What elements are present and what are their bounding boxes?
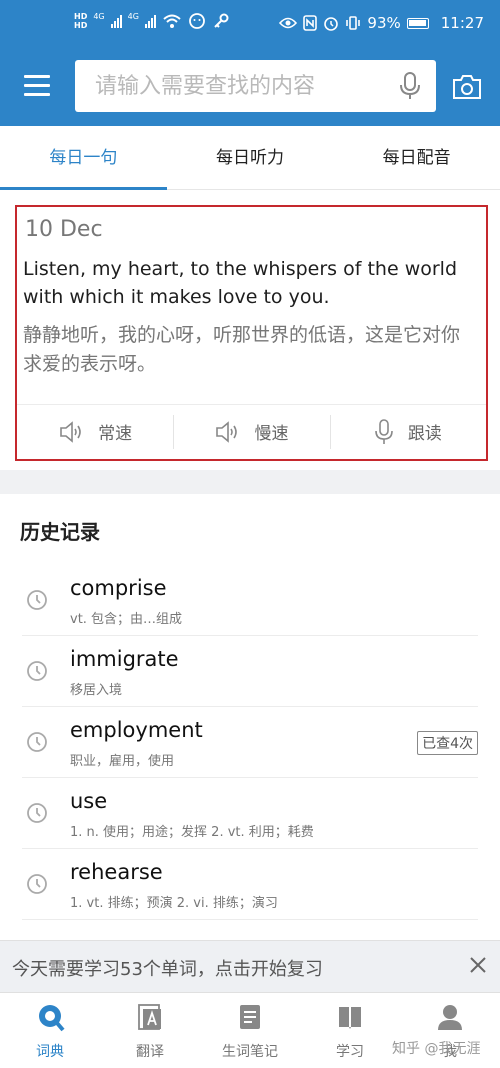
eye-icon	[279, 17, 298, 29]
nav-translate[interactable]: 翻译	[100, 993, 200, 1068]
tab-daily-sentence[interactable]: 每日一句	[0, 126, 167, 190]
review-reminder-bar[interactable]: 今天需要学习53个单词，点击开始复习	[0, 940, 500, 992]
reminder-text: 今天需要学习53个单词，点击开始复习	[12, 959, 323, 980]
slow-speed-label: 慢速	[254, 424, 289, 444]
search-box[interactable]	[75, 60, 436, 112]
history-word: rehearse	[70, 860, 163, 884]
hd-indicator: HD HD	[74, 12, 87, 30]
clock-icon	[27, 590, 47, 610]
nav-label: 翻译	[136, 1044, 164, 1060]
battery-percent: 93%	[367, 14, 401, 32]
clock-icon	[27, 874, 47, 894]
mic-icon[interactable]	[400, 72, 420, 100]
hd-label-top: HD	[74, 12, 88, 21]
daily-sentence-panel: 10 Dec Listen, my heart, to the whispers…	[0, 190, 500, 470]
sentence-english: Listen, my heart, to the whispers of the…	[23, 258, 458, 308]
history-definition: 1. vt. 排练；预演 2. vi. 排练；演习	[70, 896, 278, 911]
history-word: employment	[70, 718, 203, 742]
daily-sentence-card[interactable]: 10 Dec Listen, my heart, to the whispers…	[15, 205, 488, 461]
nav-dictionary[interactable]: 词典	[0, 993, 100, 1068]
app-header	[0, 48, 500, 126]
history-definition: 职业，雇用，使用	[70, 754, 175, 769]
nfc-icon	[303, 15, 318, 31]
mic-icon	[375, 418, 393, 444]
history-word: use	[70, 789, 108, 813]
translate-icon	[138, 1004, 161, 1030]
nav-label: 学习	[336, 1044, 364, 1060]
history-title: 历史记录	[20, 520, 100, 544]
tab-daily-listening[interactable]: 每日听力	[167, 126, 334, 189]
status-right: 93% 11:27	[279, 14, 484, 32]
alarm-icon	[324, 17, 339, 31]
wifi-icon	[163, 14, 181, 28]
status-left: HD HD 4G 4G	[74, 12, 230, 30]
sentence-chinese: 静静地听，我的心呀，听那世界的低语，这是它对你求爱的表示呀。	[23, 324, 461, 375]
sentence-date: 10 Dec	[25, 217, 103, 242]
clock-time: 11:27	[440, 14, 484, 32]
history-definition: 1. n. 使用；用途；发挥 2. vt. 利用；耗费	[70, 825, 314, 840]
nav-study[interactable]: 学习	[300, 993, 400, 1068]
camera-icon[interactable]	[452, 74, 482, 100]
speaker-icon	[216, 420, 238, 443]
history-word: immigrate	[70, 647, 179, 671]
hd-label-bottom: HD	[74, 21, 88, 30]
daily-tabs: 每日一句 每日听力 每日配音	[0, 126, 500, 190]
signal-type-2: 4G	[127, 12, 139, 21]
notes-icon	[240, 1005, 260, 1029]
normal-speed-button[interactable]: 常速	[17, 405, 173, 458]
clock-icon	[27, 803, 47, 823]
search-icon	[39, 1005, 65, 1032]
slow-speed-button[interactable]: 慢速	[173, 405, 329, 458]
history-section: 历史记录 comprise vt. 包含；由…组成 immigrate 移居入境…	[0, 494, 500, 940]
history-item[interactable]: comprise vt. 包含；由…组成	[22, 565, 478, 636]
nav-label: 词典	[36, 1044, 64, 1060]
status-bar: HD HD 4G 4G 93% 11:27	[0, 0, 500, 48]
vibrate-icon	[346, 16, 361, 30]
sentence-actions: 常速 慢速 跟读	[17, 404, 486, 458]
book-icon	[339, 1007, 361, 1029]
tab-daily-dubbing[interactable]: 每日配音	[333, 126, 500, 189]
face-icon	[189, 13, 205, 29]
watermark-text: 知乎 @我无涯	[392, 1041, 481, 1057]
signal-icon	[144, 14, 156, 28]
lookup-count-badge: 已查4次	[417, 731, 478, 755]
speaker-icon	[60, 420, 81, 443]
nav-label: 生词笔记	[222, 1044, 278, 1060]
battery-icon	[406, 17, 429, 29]
menu-icon[interactable]	[24, 75, 50, 97]
close-icon[interactable]	[468, 955, 488, 975]
read-along-label: 跟读	[407, 424, 442, 444]
clock-icon	[27, 732, 47, 752]
key-icon	[214, 13, 229, 28]
history-word: comprise	[70, 576, 167, 600]
search-input[interactable]	[95, 70, 375, 102]
normal-speed-label: 常速	[98, 424, 133, 444]
history-item[interactable]: immigrate 移居入境	[22, 636, 478, 707]
history-item[interactable]: use 1. n. 使用；用途；发挥 2. vt. 利用；耗费	[22, 778, 478, 849]
user-icon	[438, 1005, 462, 1030]
history-definition: vt. 包含；由…组成	[70, 612, 183, 627]
signal-icon	[110, 14, 122, 28]
history-item[interactable]: employment 职业，雇用，使用 已查4次	[22, 707, 478, 778]
read-along-button[interactable]: 跟读	[329, 405, 486, 458]
signal-type-1: 4G	[93, 12, 105, 21]
nav-notes[interactable]: 生词笔记	[200, 993, 300, 1068]
history-definition: 移居入境	[70, 683, 123, 698]
clock-icon	[27, 661, 47, 681]
history-item[interactable]: rehearse 1. vt. 排练；预演 2. vi. 排练；演习	[22, 849, 478, 920]
